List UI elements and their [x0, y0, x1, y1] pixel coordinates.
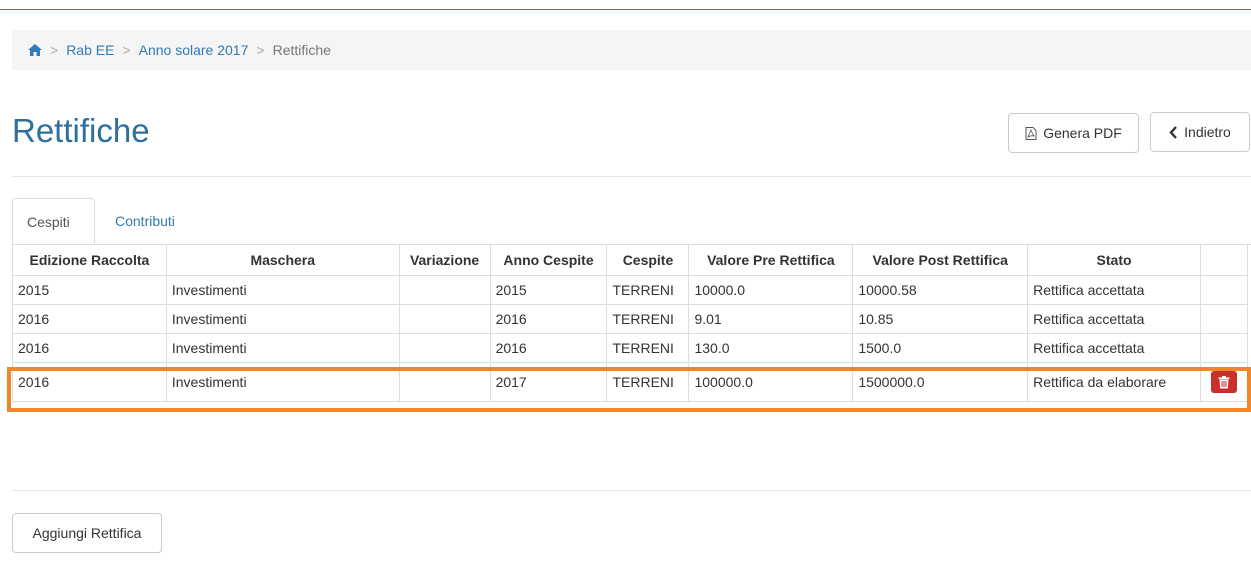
tab-bar: Cespiti Contributi	[12, 198, 1251, 245]
column-header: Variazione	[398, 244, 491, 276]
cell-cespite: TERRENI	[606, 275, 690, 305]
cell-cespite: TERRENI	[606, 304, 690, 334]
trash-icon	[1218, 375, 1230, 388]
cell-cespite: TERRENI	[606, 362, 690, 402]
rettifiche-table: Edizione Raccolta Maschera Variazione An…	[12, 244, 1249, 402]
cell-valore-pre: 130.0	[688, 333, 854, 363]
column-header: Edizione Raccolta	[12, 244, 167, 276]
indietro-label: Indietro	[1184, 124, 1231, 140]
aggiungi-rettifica-button[interactable]: Aggiungi Rettifica	[12, 513, 162, 553]
table-row-highlighted: 2016 Investimenti 2017 TERRENI 100000.0 …	[12, 362, 1249, 402]
cell-anno-cespite: 2015	[489, 275, 608, 305]
cell-edizione: 2015	[12, 275, 167, 305]
cell-valore-post: 10.85	[852, 304, 1029, 334]
table-row: 2015 Investimenti 2015 TERRENI 10000.0 1…	[12, 275, 1249, 305]
cell-actions	[1199, 362, 1249, 402]
cell-stato: Rettifica accettata	[1027, 304, 1201, 334]
column-header: Maschera	[165, 244, 400, 276]
tab-contributi[interactable]: Contributi	[101, 198, 189, 244]
page-title: Rettifiche	[12, 112, 150, 149]
column-header: Valore Post Rettifica	[852, 244, 1029, 276]
cell-valore-post: 10000.58	[852, 275, 1029, 305]
cell-valore-pre: 9.01	[688, 304, 854, 334]
cell-anno-cespite: 2017	[489, 362, 608, 402]
table-row: 2016 Investimenti 2016 TERRENI 9.01 10.8…	[12, 304, 1249, 334]
column-header: Valore Pre Rettifica	[688, 244, 854, 276]
genera-pdf-label: Genera PDF	[1043, 125, 1122, 141]
divider	[12, 490, 1251, 491]
tab-cespiti[interactable]: Cespiti	[12, 198, 95, 245]
cell-stato: Rettifica accettata	[1027, 333, 1201, 363]
breadcrumb-separator: >	[122, 42, 131, 58]
divider	[12, 176, 1251, 177]
chevron-left-icon	[1169, 125, 1178, 139]
column-header: Stato	[1027, 244, 1201, 276]
genera-pdf-button[interactable]: Genera PDF	[1008, 113, 1139, 153]
breadcrumb-separator: >	[256, 42, 265, 58]
column-header-actions	[1199, 244, 1249, 276]
cell-variazione	[398, 275, 491, 305]
cell-maschera: Investimenti	[165, 362, 400, 402]
cell-stato: Rettifica accettata	[1027, 275, 1201, 305]
cell-maschera: Investimenti	[165, 333, 400, 363]
cell-valore-pre: 10000.0	[688, 275, 854, 305]
file-pdf-icon	[1025, 126, 1037, 140]
cell-stato: Rettifica da elaborare	[1027, 362, 1201, 402]
delete-button[interactable]	[1210, 371, 1237, 393]
cell-edizione: 2016	[12, 304, 167, 334]
cell-valore-post: 1500000.0	[852, 362, 1029, 402]
cell-anno-cespite: 2016	[489, 333, 608, 363]
cell-variazione	[398, 304, 491, 334]
cell-actions	[1199, 333, 1249, 363]
cell-edizione: 2016	[12, 333, 167, 363]
breadcrumb-current: Rettifiche	[272, 42, 331, 58]
cell-valore-post: 1500.0	[852, 333, 1029, 363]
table-header-row: Edizione Raccolta Maschera Variazione An…	[12, 244, 1249, 276]
cell-actions	[1199, 275, 1249, 305]
breadcrumb-link-rab-ee[interactable]: Rab EE	[66, 42, 114, 58]
column-header: Anno Cespite	[489, 244, 608, 276]
table-row: 2016 Investimenti 2016 TERRENI 130.0 150…	[12, 333, 1249, 363]
cell-maschera: Investimenti	[165, 304, 400, 334]
cell-maschera: Investimenti	[165, 275, 400, 305]
breadcrumb: > Rab EE > Anno solare 2017 > Rettifiche	[12, 30, 1251, 70]
cell-variazione	[398, 333, 491, 363]
cell-anno-cespite: 2016	[489, 304, 608, 334]
home-icon[interactable]	[28, 44, 42, 56]
cell-actions	[1199, 304, 1249, 334]
breadcrumb-separator: >	[50, 42, 59, 58]
cell-variazione	[398, 362, 491, 402]
cell-edizione: 2016	[12, 362, 167, 402]
column-header: Cespite	[606, 244, 690, 276]
cell-valore-pre: 100000.0	[688, 362, 854, 402]
breadcrumb-link-anno-solare[interactable]: Anno solare 2017	[139, 42, 249, 58]
indietro-button[interactable]: Indietro	[1150, 112, 1250, 152]
top-border	[0, 0, 1251, 10]
cell-cespite: TERRENI	[606, 333, 690, 363]
